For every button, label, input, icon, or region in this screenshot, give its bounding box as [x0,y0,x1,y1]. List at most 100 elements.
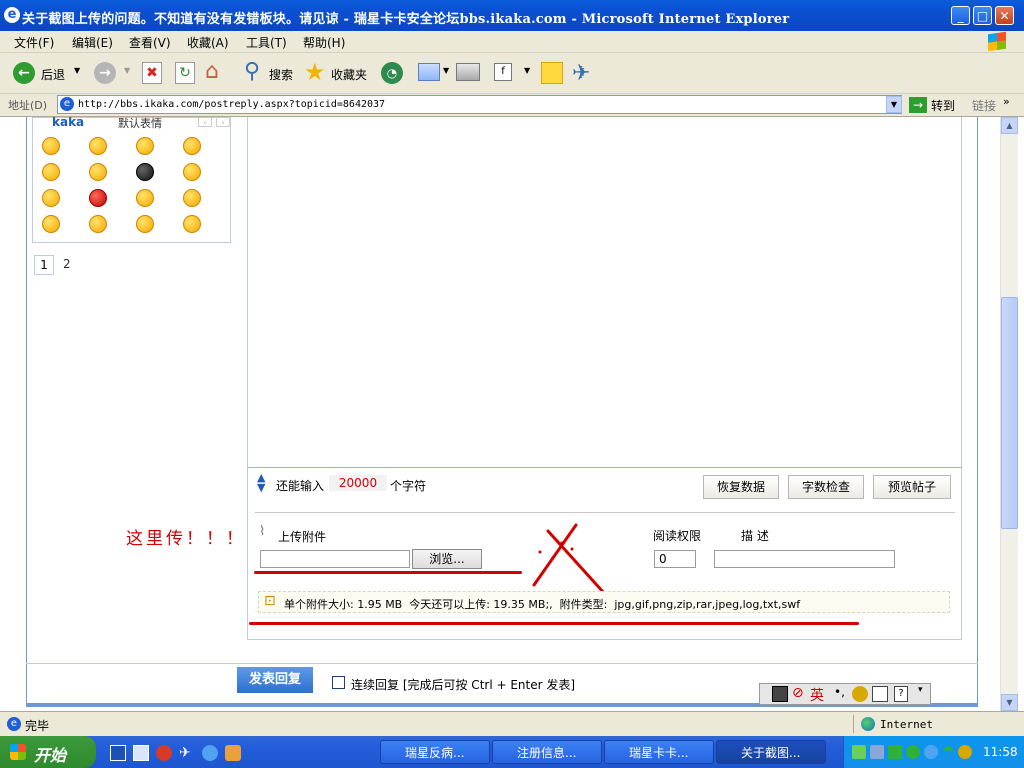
tray-icon-5[interactable] [924,745,938,759]
ime-help-icon[interactable]: ? [894,686,908,702]
back-arrow-icon[interactable]: ← [13,62,35,84]
emoticon-5[interactable] [42,163,60,181]
menu-favorites[interactable]: 收藏(A) [187,34,229,51]
menu-edit[interactable]: 编辑(E) [72,34,113,51]
links-chevron-icon[interactable]: » [1003,95,1010,108]
emoticon-page-1[interactable]: 1 [34,255,54,275]
scroll-up-icon[interactable]: ▲ [1001,117,1018,134]
resize-icon[interactable]: ▲ ▼ [257,472,265,493]
read-permission-input[interactable]: 0 [654,550,696,568]
description-input[interactable] [714,550,895,568]
menu-tools[interactable]: 工具(T) [246,34,287,51]
ime-punct-icon[interactable]: •, [834,685,845,699]
start-button[interactable]: 开始 [0,736,96,768]
emoticon-next-icon[interactable]: › [216,117,230,127]
edit-dropdown-icon[interactable]: ▼ [524,66,530,75]
edit-icon[interactable]: f [494,63,512,81]
emoticon-13[interactable] [42,215,60,233]
emoticon-15[interactable] [136,215,154,233]
refresh-icon[interactable]: ↻ [175,62,195,84]
quicklaunch-icon-6[interactable] [225,745,241,761]
task-button-4-active[interactable]: 关于截图... [716,740,826,764]
quicklaunch-icon-4[interactable]: ✈ [179,745,191,761]
address-dropdown-icon[interactable]: ▼ [886,96,902,113]
go-arrow-icon[interactable]: → [909,97,927,113]
emoticon-14[interactable] [89,215,107,233]
stop-icon[interactable]: ✖ [142,62,162,84]
messenger-icon[interactable]: ✈ [572,61,590,86]
menu-file[interactable]: 文件(F) [14,34,54,51]
emoticon-11[interactable] [136,189,154,207]
editor-divider [255,512,955,513]
tray-icon-4[interactable] [906,745,920,759]
emoticon-9[interactable] [42,189,60,207]
continuous-reply-label[interactable]: 连续回复 [完成后可按 Ctrl + Enter 发表] [351,676,575,693]
menu-view[interactable]: 查看(V) [129,34,171,51]
tray-icon-2[interactable] [870,745,884,759]
quicklaunch-icon-2[interactable] [133,745,149,761]
ime-softkbd-icon[interactable] [852,686,868,702]
maximize-button[interactable]: □ [973,6,992,25]
tray-icon-6[interactable]: ☂ [942,744,955,760]
history-icon[interactable]: ◔ [381,62,403,84]
reply-editor[interactable] [247,117,962,468]
vertical-scrollbar[interactable]: ▲ ▼ [1000,117,1018,711]
emoticon-3[interactable] [136,137,154,155]
task-button-1[interactable]: 瑞星反病... [380,740,490,764]
emoticon-tab-kaka[interactable]: kaka [52,117,84,129]
emoticon-7[interactable] [136,163,154,181]
forward-arrow-icon[interactable]: → [94,62,116,84]
search-button-label[interactable]: 搜索 [269,66,293,83]
restore-data-button[interactable]: 恢复数据 [703,475,779,499]
ime-more-icon[interactable]: ▾ [918,685,923,695]
tray-icon-7[interactable] [958,745,972,759]
quicklaunch-icon-5[interactable] [202,745,218,761]
emoticon-6[interactable] [89,163,107,181]
emoticon-tab-default[interactable]: 默认表情 [118,117,162,131]
emoticon-2[interactable] [89,137,107,155]
word-count-button[interactable]: 字数检查 [788,475,864,499]
emoticon-prev-icon[interactable]: ‹ [198,117,212,127]
submit-reply-button[interactable]: 发表回复 [237,667,313,693]
browse-button[interactable]: 浏览... [412,549,482,569]
ime-lang-label[interactable]: 英 [810,685,824,705]
mail-icon[interactable] [418,63,440,81]
address-input[interactable]: http://bbs.ikaka.com/postreply.aspx?topi… [57,95,902,114]
menu-help[interactable]: 帮助(H) [303,34,345,51]
tray-icon-1[interactable] [852,745,866,759]
ime-block-icon[interactable]: ⊘ [792,685,804,701]
scroll-thumb[interactable] [1001,297,1018,529]
favorites-star-icon[interactable]: ★ [304,58,326,86]
continuous-reply-checkbox[interactable] [332,676,345,689]
note-icon[interactable] [541,62,563,84]
close-button[interactable]: ✕ [995,6,1014,25]
quicklaunch-icon-1[interactable] [110,745,126,761]
favorites-button-label[interactable]: 收藏夹 [331,66,367,83]
task-button-3[interactable]: 瑞星卡卡... [604,740,714,764]
file-path-input[interactable] [260,550,410,568]
emoticon-8[interactable] [183,163,201,181]
emoticon-page-2[interactable]: 2 [63,257,71,271]
emoticon-12[interactable] [183,189,201,207]
preview-post-button[interactable]: 预览帖子 [873,475,951,499]
emoticon-4[interactable] [183,137,201,155]
go-button-label[interactable]: 转到 [931,97,955,114]
home-icon[interactable]: ⌂ [205,61,219,83]
ime-menu-icon[interactable] [872,686,888,702]
emoticon-16[interactable] [183,215,201,233]
task-button-2[interactable]: 注册信息... [492,740,602,764]
back-dropdown-icon[interactable]: ▼ [74,66,80,75]
minimize-button[interactable]: _ [951,6,970,25]
back-button-label[interactable]: 后退 [41,66,65,83]
emoticon-1[interactable] [42,137,60,155]
scroll-down-icon[interactable]: ▼ [1001,694,1018,711]
emoticon-10[interactable] [89,189,107,207]
tray-icon-3[interactable] [888,745,902,759]
mail-dropdown-icon[interactable]: ▼ [443,66,449,75]
quicklaunch-icon-3[interactable] [156,745,172,761]
window-title-bar[interactable]: e 关于截图上传的问题。不知道有没有发错板块。请见谅 - 瑞星卡卡安全论坛bbs… [0,0,1024,31]
search-icon[interactable]: ⚲ [244,59,260,84]
print-icon[interactable] [456,63,480,81]
links-label[interactable]: 链接 [972,97,996,114]
ime-logo-icon[interactable] [772,686,788,702]
